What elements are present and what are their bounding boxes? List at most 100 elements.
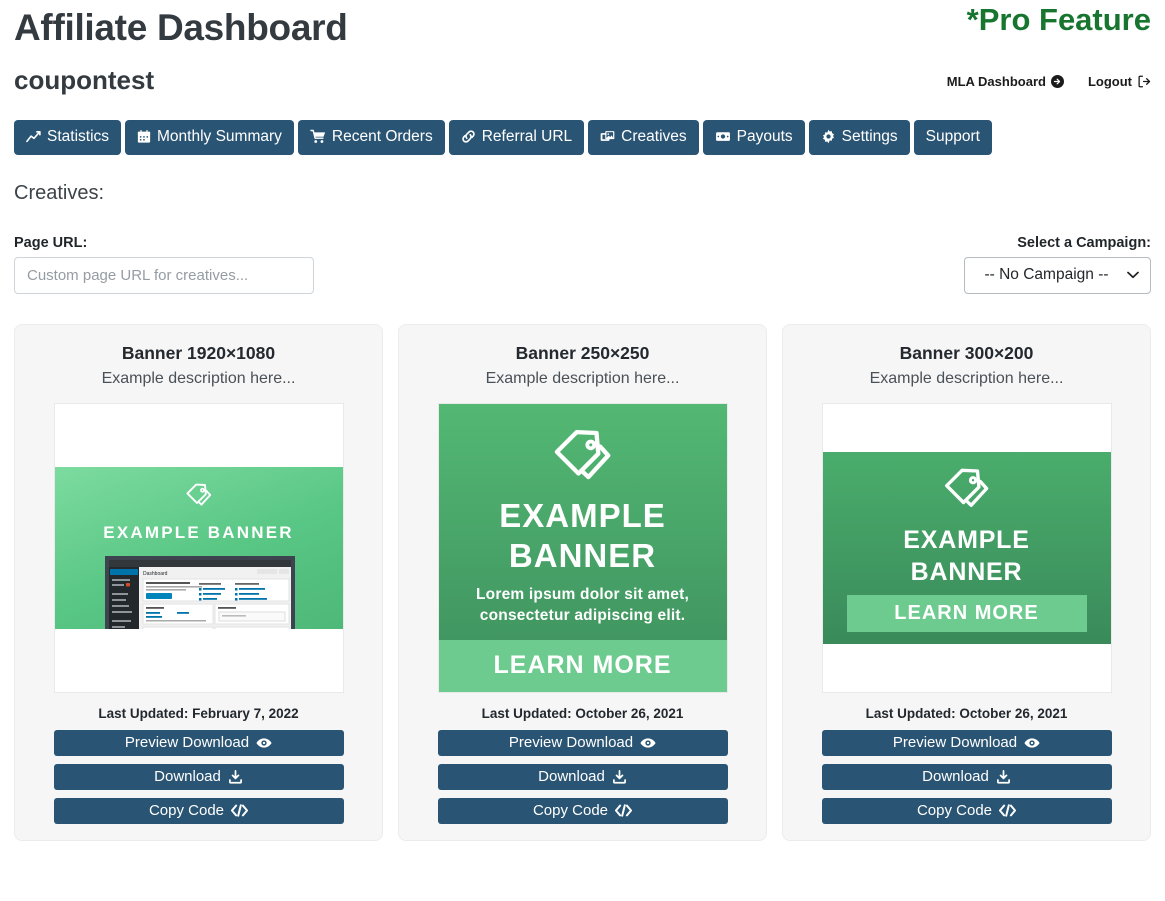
campaign-field-group: Select a Campaign: -- No Campaign -- bbox=[964, 235, 1151, 294]
tab-settings[interactable]: Settings bbox=[808, 120, 910, 155]
creative-title: Banner 300×200 bbox=[899, 342, 1034, 363]
subheader: coupontest MLA Dashboard Logout bbox=[14, 62, 1151, 108]
creative-preview: EXAMPLE BANNER LEARN MORE bbox=[821, 402, 1112, 693]
download-button[interactable]: Download bbox=[821, 763, 1112, 790]
logout-label: Logout bbox=[1087, 74, 1132, 89]
copy-code-label: Copy Code bbox=[532, 802, 609, 819]
preview-download-button[interactable]: Preview Download bbox=[53, 729, 344, 756]
copy-code-button[interactable]: Copy Code bbox=[53, 797, 344, 824]
tab-creatives[interactable]: Creatives bbox=[588, 120, 699, 155]
creative-preview: EXAMPLE BANNER Dashboard bbox=[53, 402, 344, 693]
creative-actions: Preview Download Download Copy Code bbox=[437, 729, 728, 824]
creative-card: Banner 300×200 Example description here.… bbox=[782, 323, 1151, 841]
download-label: Download bbox=[538, 768, 605, 785]
banner-image-square: EXAMPLE BANNER Lorem ipsum dolor sit ame… bbox=[438, 403, 727, 692]
creative-actions: Preview Download Download Copy Code bbox=[821, 729, 1112, 824]
page-title: Affiliate Dashboard bbox=[14, 7, 348, 48]
shopping-cart-icon bbox=[310, 129, 326, 144]
pro-feature-badge: *Pro Feature bbox=[966, 2, 1151, 37]
creative-card: Banner 1920×1080 Example description her… bbox=[14, 323, 383, 841]
tab-referral-url[interactable]: Referral URL bbox=[448, 120, 585, 155]
line-chart-icon bbox=[26, 129, 41, 144]
banner-headline: EXAMPLE BANNER bbox=[103, 522, 294, 542]
banner-image-wide: EXAMPLE BANNER Dashboard bbox=[54, 466, 343, 629]
tab-monthly-summary[interactable]: Monthly Summary bbox=[125, 120, 294, 155]
nav-tabs: Statistics Monthly Summary Recent Orders… bbox=[14, 120, 1151, 155]
affiliate-dashboard-page: Affiliate Dashboard *Pro Feature coupont… bbox=[0, 0, 1165, 901]
tab-support[interactable]: Support bbox=[913, 120, 992, 155]
tab-referral-url-label: Referral URL bbox=[481, 128, 573, 145]
banner-subtext-line1: Lorem ipsum dolor sit amet, bbox=[476, 585, 689, 603]
banner-headline: EXAMPLE BANNER bbox=[439, 496, 727, 576]
preview-download-label: Preview Download bbox=[892, 734, 1018, 751]
tab-payouts[interactable]: Payouts bbox=[702, 120, 805, 155]
creative-actions: Preview Download Download Copy Code bbox=[53, 729, 344, 824]
creative-card: Banner 250×250 Example description here.… bbox=[398, 323, 767, 841]
logout-link[interactable]: Logout bbox=[1088, 74, 1151, 89]
calendar-icon bbox=[137, 129, 151, 144]
download-label: Download bbox=[154, 768, 221, 785]
arrow-circle-right-icon bbox=[1050, 75, 1064, 88]
creatives-grid: Banner 1920×1080 Example description her… bbox=[14, 323, 1151, 841]
price-tag-icon bbox=[939, 464, 995, 525]
page-url-field-group: Page URL: bbox=[14, 235, 314, 294]
price-tag-icon bbox=[547, 424, 619, 501]
copy-code-label: Copy Code bbox=[916, 802, 993, 819]
creative-preview: EXAMPLE BANNER Lorem ipsum dolor sit ame… bbox=[437, 402, 728, 693]
page-url-input[interactable] bbox=[14, 256, 314, 294]
tab-support-label: Support bbox=[925, 128, 980, 145]
tab-payouts-label: Payouts bbox=[736, 128, 793, 145]
download-icon bbox=[228, 769, 243, 784]
banner-subtext-line2: consectetur adipiscing elit. bbox=[479, 606, 686, 624]
account-name: coupontest bbox=[14, 65, 155, 95]
eye-icon bbox=[256, 737, 272, 749]
tab-creatives-label: Creatives bbox=[621, 128, 687, 145]
header: Affiliate Dashboard *Pro Feature bbox=[14, 0, 1151, 62]
creative-title: Banner 1920×1080 bbox=[121, 342, 276, 363]
code-icon bbox=[231, 804, 249, 817]
banner-cta: LEARN MORE bbox=[438, 639, 727, 692]
tab-statistics[interactable]: Statistics bbox=[14, 120, 122, 155]
download-label: Download bbox=[922, 768, 989, 785]
sign-out-icon bbox=[1137, 75, 1151, 88]
banner-image-medium: EXAMPLE BANNER LEARN MORE bbox=[822, 451, 1111, 644]
tab-settings-label: Settings bbox=[841, 128, 898, 145]
mla-dashboard-label: MLA Dashboard bbox=[946, 74, 1046, 89]
svg-text:Dashboard: Dashboard bbox=[143, 571, 168, 577]
tab-recent-orders-label: Recent Orders bbox=[331, 128, 433, 145]
preview-download-button[interactable]: Preview Download bbox=[821, 729, 1112, 756]
eye-icon bbox=[1024, 737, 1040, 749]
preview-download-label: Preview Download bbox=[508, 734, 634, 751]
download-button[interactable]: Download bbox=[53, 763, 344, 790]
laptop-screenshot: Dashboard bbox=[104, 555, 295, 629]
campaign-selected-value: -- No Campaign -- bbox=[984, 266, 1109, 283]
creative-title: Banner 250×250 bbox=[515, 342, 650, 363]
preview-download-button[interactable]: Preview Download bbox=[437, 729, 728, 756]
creatives-filter-form: Page URL: Select a Campaign: -- No Campa… bbox=[14, 235, 1151, 301]
download-button[interactable]: Download bbox=[437, 763, 728, 790]
banner-cta: LEARN MORE bbox=[846, 594, 1087, 632]
link-icon bbox=[461, 129, 476, 144]
copy-code-button[interactable]: Copy Code bbox=[437, 797, 728, 824]
page-url-label: Page URL: bbox=[14, 234, 88, 251]
code-icon bbox=[615, 804, 633, 817]
campaign-label: Select a Campaign: bbox=[1017, 234, 1151, 251]
preview-download-label: Preview Download bbox=[124, 734, 250, 751]
creative-description: Example description here... bbox=[869, 369, 1064, 387]
copy-code-label: Copy Code bbox=[148, 802, 225, 819]
header-links: MLA Dashboard Logout bbox=[947, 74, 1151, 89]
banner-headline-line1: EXAMPLE bbox=[903, 525, 1030, 554]
copy-code-button[interactable]: Copy Code bbox=[821, 797, 1112, 824]
tab-monthly-summary-label: Monthly Summary bbox=[157, 128, 282, 145]
last-updated: Last Updated: February 7, 2022 bbox=[98, 705, 299, 721]
creative-description: Example description here... bbox=[101, 369, 296, 387]
banner-headline-line2: BANNER bbox=[508, 536, 657, 574]
mla-dashboard-link[interactable]: MLA Dashboard bbox=[947, 74, 1064, 89]
campaign-select[interactable]: -- No Campaign -- bbox=[964, 256, 1151, 294]
price-tag-icon bbox=[183, 481, 215, 518]
last-updated: Last Updated: October 26, 2021 bbox=[481, 705, 684, 721]
eye-icon bbox=[640, 737, 656, 749]
tab-recent-orders[interactable]: Recent Orders bbox=[297, 120, 445, 155]
section-title: Creatives: bbox=[14, 181, 105, 204]
tab-statistics-label: Statistics bbox=[47, 128, 110, 145]
